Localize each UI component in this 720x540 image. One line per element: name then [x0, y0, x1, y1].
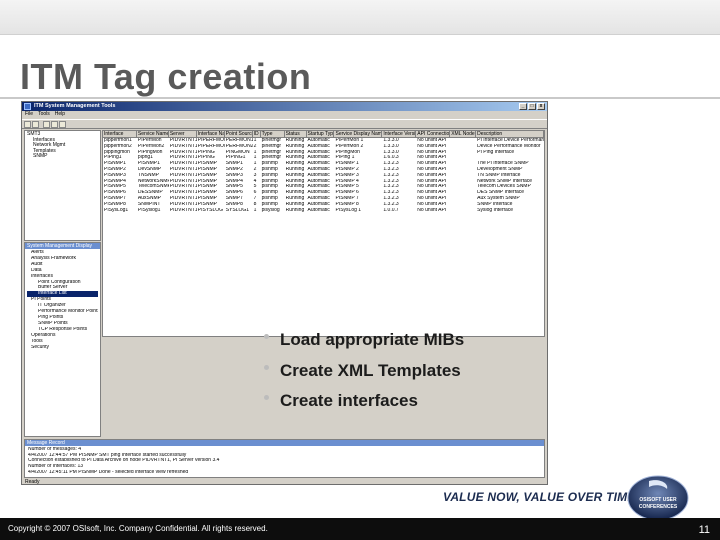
table-cell: pisyslog: [261, 207, 280, 213]
grid-body: pipperfmon1 PIPerfMon PIDVRTNT1 PIPERFMON PE…: [103, 138, 544, 213]
column-header[interactable]: Interface Name: [197, 131, 225, 137]
tagline: VALUE NOW, VALUE OVER TIME: [443, 490, 636, 504]
grid-header: InterfaceService NameServerInterface Nam…: [103, 131, 544, 138]
column-header[interactable]: Description: [476, 131, 544, 137]
table-row[interactable]: PISysLog1 PISyslog1 PIDVRTNT1 PISYSLOG SYSLO…: [103, 208, 544, 214]
table-cell: 1.0.0.7: [383, 207, 399, 213]
table-cell: Running: [285, 207, 305, 213]
column-header[interactable]: Point Source: [225, 131, 253, 137]
column-header[interactable]: ID: [253, 131, 261, 137]
server-tree[interactable]: SMT3 Interfaces Network Mgmt Templates SNMP: [24, 130, 101, 241]
interface-grid[interactable]: InterfaceService NameServerInterface Nam…: [102, 130, 545, 337]
menu-bar: File Tools Help: [22, 111, 547, 118]
menu-help[interactable]: Help: [55, 111, 65, 118]
app-title: ITM System Management Tools: [34, 103, 116, 109]
menu-tools[interactable]: Tools: [38, 111, 50, 118]
table-cell: PISysLog1: [104, 207, 129, 213]
column-header[interactable]: Type: [261, 131, 285, 137]
bullet-dot-icon: [264, 395, 269, 400]
table-cell: 1: [253, 207, 257, 213]
close-button[interactable]: x: [537, 103, 545, 110]
column-header[interactable]: Service Name: [137, 131, 169, 137]
column-header[interactable]: Server: [169, 131, 197, 137]
bullet-dot-icon: [264, 364, 269, 370]
menu-file[interactable]: File: [25, 111, 33, 118]
column-header[interactable]: API Connection: [416, 131, 451, 137]
toolbar-open-icon[interactable]: [32, 121, 39, 128]
table-cell: Syslog Interface: [477, 207, 514, 213]
table-cell: Automatic: [307, 207, 330, 213]
slide-title: ITM Tag creation: [20, 56, 312, 97]
table-cell: PISyslog1: [137, 207, 161, 213]
column-header[interactable]: Interface Version: [382, 131, 417, 137]
column-header[interactable]: XML Node: [450, 131, 477, 137]
badge-line-2: CONFERENCES: [639, 504, 678, 510]
column-header[interactable]: Startup Type: [307, 131, 335, 137]
column-header[interactable]: Service Display Name: [334, 131, 383, 137]
toolbar-new-icon[interactable]: [24, 121, 31, 128]
table-cell: SYSLOG1: [225, 207, 250, 213]
app-title-bar: ITM System Management Tools _ □ x: [22, 102, 547, 111]
table-cell: PIDVRTNT1: [169, 207, 197, 213]
toolbar-help-icon[interactable]: [59, 121, 66, 128]
app-icon: [24, 103, 31, 110]
message-log: Message Record Number of messages: 4 4/4/…: [24, 439, 545, 478]
bullet-dot-icon: [264, 334, 269, 339]
message-line: 4/4/2007 12:45:11 PM PISNMP Done - selec…: [28, 469, 189, 475]
status-bar: Ready: [25, 479, 40, 485]
toolbar: [22, 119, 547, 129]
table-cell: PISysLog 1: [335, 207, 362, 213]
tree-item[interactable]: SNMP: [27, 154, 98, 160]
footer-bar: Copyright © 2007 OSIsoft, Inc. Company C…: [0, 518, 720, 540]
plugin-item[interactable]: Security: [27, 345, 98, 351]
conference-logo-icon: OSISOFT USER CONFERENCES: [627, 475, 689, 521]
title-divider: [0, 97, 720, 99]
table-cell: PISYSLOG: [197, 207, 224, 213]
maximize-button[interactable]: □: [528, 103, 536, 110]
badge-line-1: OSISOFT USER: [639, 497, 677, 503]
column-header[interactable]: Status: [285, 131, 307, 137]
system-management-display: System Management Display Alerts Analysis…: [24, 242, 101, 437]
toolbar-refresh-icon[interactable]: [43, 121, 50, 128]
panel-title: System Management Display: [25, 243, 100, 249]
plugin-tree[interactable]: Alerts Analysis Framework Audit Data Interfa…: [25, 249, 100, 351]
copyright-text: Copyright © 2007 OSIsoft, Inc. Company C…: [8, 524, 268, 533]
toolbar-properties-icon[interactable]: [51, 121, 58, 128]
table-cell: [450, 208, 476, 214]
minimize-button[interactable]: _: [519, 103, 527, 110]
top-band: [0, 0, 720, 35]
app-screenshot-window: ITM System Management Tools _ □ x File T…: [21, 101, 548, 485]
column-header[interactable]: Interface: [103, 131, 137, 137]
message-list: Number of messages: 4 4/4/2007 12:44:57 P…: [25, 446, 544, 477]
table-cell: No uniint API: [417, 207, 447, 213]
page-number: 11: [698, 524, 710, 536]
